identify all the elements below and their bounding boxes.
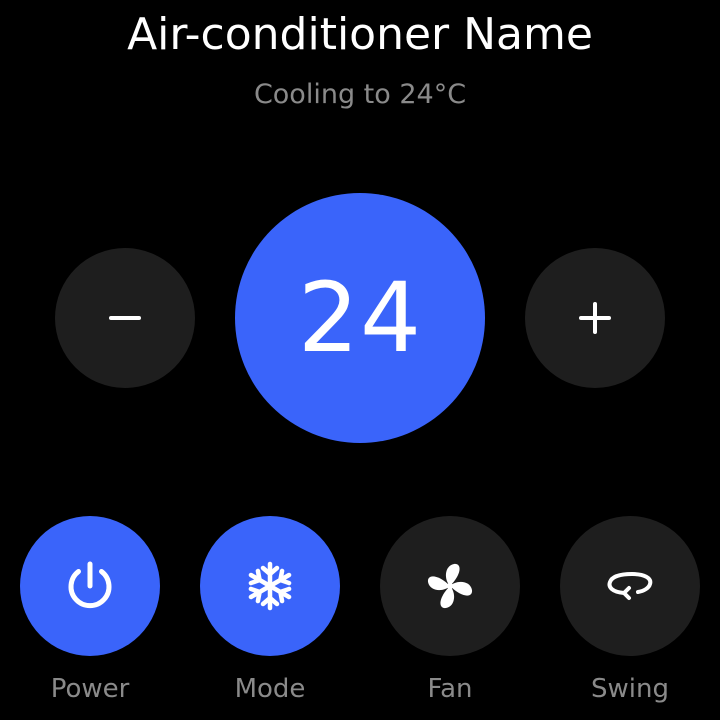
decrease-temperature-button[interactable] bbox=[55, 248, 195, 388]
target-temperature-display[interactable]: 24 bbox=[235, 193, 485, 443]
target-temperature-value: 24 bbox=[297, 262, 423, 374]
fan-button[interactable] bbox=[380, 516, 520, 656]
snowflake-icon bbox=[248, 561, 292, 611]
swing-label: Swing bbox=[591, 674, 669, 704]
fan-label: Fan bbox=[427, 674, 473, 704]
minus-icon bbox=[109, 316, 141, 320]
power-icon bbox=[68, 561, 112, 609]
fan-icon bbox=[427, 563, 473, 609]
device-status: Cooling to 24°C bbox=[253, 79, 467, 110]
mode-label: Mode bbox=[234, 674, 306, 704]
swing-icon bbox=[607, 572, 653, 600]
mode-button[interactable] bbox=[200, 516, 340, 656]
swing-button[interactable] bbox=[560, 516, 700, 656]
plus-icon bbox=[579, 302, 611, 334]
power-button[interactable] bbox=[20, 516, 160, 656]
device-name: Air-conditioner Name bbox=[127, 9, 593, 60]
power-label: Power bbox=[50, 674, 130, 704]
increase-temperature-button[interactable] bbox=[525, 248, 665, 388]
